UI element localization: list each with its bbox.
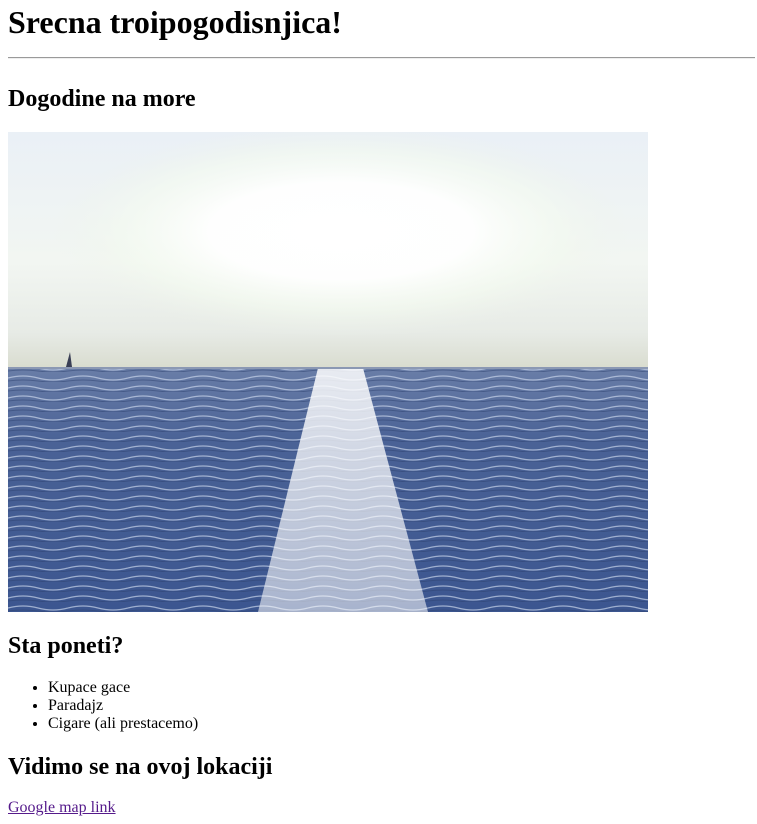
list-item: Kupace gace [48, 679, 198, 697]
location-heading: Vidimo se na ovoj lokaciji [8, 754, 273, 780]
list-item: Paradajz [48, 697, 198, 715]
packing-heading: Sta poneti? [8, 633, 124, 659]
horizontal-rule [8, 57, 755, 59]
google-map-link[interactable]: Google map link [8, 799, 116, 817]
page-title: Srecna troipogodisnjica! [8, 4, 342, 40]
trip-heading: Dogodine na more [8, 86, 196, 112]
list-item: Cigare (ali prestacemo) [48, 715, 198, 733]
sea-sunset-photo [8, 132, 648, 612]
packing-list: Kupace gace Paradajz Cigare (ali prestac… [8, 679, 198, 733]
